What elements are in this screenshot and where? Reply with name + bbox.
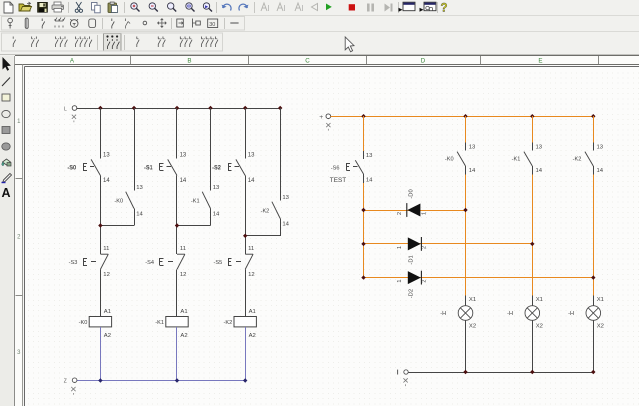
svg-text:-S3: -S3 xyxy=(69,260,78,266)
svg-text:14: 14 xyxy=(103,178,110,184)
svg-text:-K2: -K2 xyxy=(223,320,232,326)
svg-text:12: 12 xyxy=(103,272,110,278)
svg-text:E: E xyxy=(538,57,542,64)
svg-text:-K2: -K2 xyxy=(573,157,582,163)
svg-text:11: 11 xyxy=(103,246,109,252)
svg-text:30: 30 xyxy=(209,22,215,28)
svg-text:13: 13 xyxy=(536,144,543,150)
svg-text:-K1: -K1 xyxy=(155,320,164,326)
svg-text:2: 2 xyxy=(397,212,403,215)
svg-text:-S1: -S1 xyxy=(144,166,153,172)
svg-text:14: 14 xyxy=(469,168,476,174)
svg-text:13: 13 xyxy=(597,144,604,150)
svg-text:-K0: -K0 xyxy=(445,157,454,163)
svg-text:-K1: -K1 xyxy=(512,157,521,163)
svg-text:A1: A1 xyxy=(104,309,111,315)
svg-text:13: 13 xyxy=(248,153,255,159)
svg-text:-K0: -K0 xyxy=(79,320,88,326)
svg-text:14: 14 xyxy=(213,211,220,217)
svg-text:D: D xyxy=(421,57,426,64)
svg-text:A: A xyxy=(2,186,11,200)
svg-text:X1: X1 xyxy=(536,297,543,303)
svg-text:13: 13 xyxy=(366,153,373,159)
svg-text:1: 1 xyxy=(397,246,403,249)
svg-text:TEST: TEST xyxy=(330,177,346,184)
svg-text:-D0: -D0 xyxy=(409,189,415,198)
svg-text:A1: A1 xyxy=(180,309,187,315)
svg-text:2: 2 xyxy=(422,280,428,283)
svg-text:1: 1 xyxy=(422,212,428,215)
svg-text:12: 12 xyxy=(248,272,255,278)
svg-text:C: C xyxy=(305,57,310,64)
svg-text:13: 13 xyxy=(180,153,187,159)
svg-text:X1: X1 xyxy=(597,297,604,303)
svg-text:L: L xyxy=(64,107,67,113)
svg-text:14: 14 xyxy=(282,221,289,227)
svg-text:14: 14 xyxy=(136,211,143,217)
svg-text:13: 13 xyxy=(282,195,289,201)
svg-text:13: 13 xyxy=(136,185,143,191)
svg-text:14: 14 xyxy=(536,168,543,174)
svg-text:-H: -H xyxy=(568,311,574,317)
svg-text:-S5: -S5 xyxy=(213,260,222,266)
svg-text:13: 13 xyxy=(213,185,220,191)
svg-text:14: 14 xyxy=(248,178,255,184)
svg-text:14: 14 xyxy=(366,177,373,183)
svg-text:-H: -H xyxy=(440,311,446,317)
svg-text:2: 2 xyxy=(422,246,428,249)
svg-text:X2: X2 xyxy=(469,323,476,329)
svg-text:-K0: -K0 xyxy=(114,199,123,205)
svg-text:14: 14 xyxy=(180,178,187,184)
svg-text:X2: X2 xyxy=(597,323,604,329)
svg-text:-S2: -S2 xyxy=(212,166,221,172)
svg-text:X2: X2 xyxy=(536,323,543,329)
svg-text:14: 14 xyxy=(597,168,604,174)
svg-text:13: 13 xyxy=(103,153,110,159)
svg-text:-S4: -S4 xyxy=(145,260,154,266)
svg-text:-D2: -D2 xyxy=(409,289,415,298)
svg-text:A2: A2 xyxy=(180,333,187,339)
svg-text:1: 1 xyxy=(397,280,403,283)
svg-text:-H: -H xyxy=(507,311,513,317)
svg-text:X1: X1 xyxy=(469,297,476,303)
svg-text:Z: Z xyxy=(64,379,67,385)
svg-text:-S6: -S6 xyxy=(331,165,340,171)
svg-text:A2: A2 xyxy=(249,333,256,339)
svg-text:12: 12 xyxy=(180,272,187,278)
svg-text:11: 11 xyxy=(248,246,254,252)
svg-text:A2: A2 xyxy=(104,333,111,339)
svg-text:-K2: -K2 xyxy=(261,209,270,215)
svg-text:+: + xyxy=(319,114,323,121)
svg-text:-S0: -S0 xyxy=(67,166,76,172)
svg-text:?: ? xyxy=(441,3,448,15)
svg-text:-K1: -K1 xyxy=(191,199,200,205)
svg-text:-D1: -D1 xyxy=(409,255,415,264)
svg-text:13: 13 xyxy=(469,144,476,150)
svg-text:11: 11 xyxy=(180,246,186,252)
svg-text:B: B xyxy=(187,57,191,64)
svg-text:A1: A1 xyxy=(249,309,256,315)
